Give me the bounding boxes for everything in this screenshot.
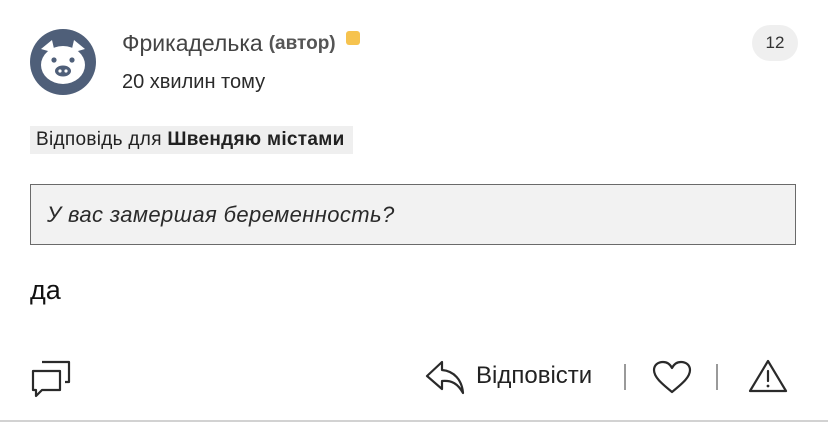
reply-to-target[interactable]: Швендяю містами — [167, 129, 344, 150]
author-tag: (автор) — [268, 32, 336, 54]
comment-body: да — [30, 275, 61, 305]
quoted-message: У вас замершая беременность? — [30, 184, 796, 245]
action-divider — [624, 364, 626, 390]
count-badge[interactable]: 12 — [752, 25, 798, 61]
quoted-text: У вас замершая беременность? — [47, 202, 395, 227]
action-divider — [716, 364, 718, 390]
like-button[interactable] — [651, 359, 693, 395]
reply-label: Відповісти — [476, 362, 593, 389]
comment-card: Фрикаделька (автор) 20 хвилин тому 12 Ві… — [0, 0, 828, 424]
pig-avatar-icon[interactable] — [28, 27, 98, 97]
bottom-divider — [0, 420, 828, 422]
reply-to-prefix: Відповідь для — [36, 129, 162, 150]
author-name[interactable]: Фрикаделька — [122, 30, 263, 57]
comment-timestamp: 20 хвилин тому — [122, 71, 266, 93]
reply-button[interactable]: Відповісти — [424, 356, 592, 396]
report-button[interactable] — [748, 358, 788, 394]
heart-icon — [652, 360, 692, 394]
status-dot — [345, 30, 360, 45]
author-line: Фрикаделька (автор) — [122, 30, 360, 57]
reply-arrow-icon — [425, 360, 465, 395]
comments-icon[interactable] — [30, 358, 72, 398]
reply-to-label: Відповідь для Швендяю містами — [30, 126, 353, 154]
warning-triangle-icon — [748, 359, 788, 393]
